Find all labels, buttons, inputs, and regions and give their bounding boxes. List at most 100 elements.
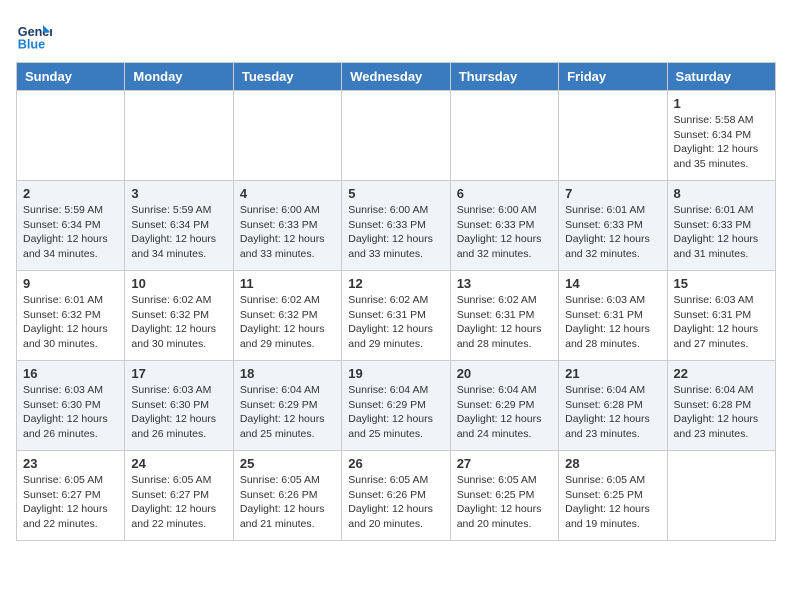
- weekday-header: Thursday: [450, 63, 558, 91]
- calendar-cell: 13 Sunrise: 6:02 AM Sunset: 6:31 PM Dayli…: [450, 271, 558, 361]
- day-number: 23: [23, 456, 118, 471]
- day-info: Sunrise: 6:04 AM Sunset: 6:28 PM Dayligh…: [565, 383, 660, 442]
- calendar-cell: [342, 91, 450, 181]
- day-number: 19: [348, 366, 443, 381]
- calendar-cell: 27Sunrise: 6:05 AM Sunset: 6:25 PM Dayli…: [450, 451, 558, 541]
- day-number: 6: [457, 186, 552, 201]
- day-number: 4: [240, 186, 335, 201]
- day-number: 20: [457, 366, 552, 381]
- day-info: Sunrise: 6:01 AM Sunset: 6:33 PM Dayligh…: [674, 203, 769, 262]
- calendar-cell: 14 Sunrise: 6:03 AM Sunset: 6:31 PM Dayli…: [559, 271, 667, 361]
- calendar-cell: 3 Sunrise: 5:59 AM Sunset: 6:34 PM Daylig…: [125, 181, 233, 271]
- calendar-cell: 16 Sunrise: 6:03 AM Sunset: 6:30 PM Dayli…: [17, 361, 125, 451]
- day-info: Sunrise: 6:05 AM Sunset: 6:26 PM Dayligh…: [240, 473, 335, 532]
- calendar-cell: 25 Sunrise: 6:05 AM Sunset: 6:26 PM Dayli…: [233, 451, 341, 541]
- calendar-week-row: 9 Sunrise: 6:01 AM Sunset: 6:32 PM Daylig…: [17, 271, 776, 361]
- day-number: 15: [674, 276, 769, 291]
- calendar-cell: [233, 91, 341, 181]
- day-number: 7: [565, 186, 660, 201]
- logo: General Blue: [16, 16, 56, 52]
- weekday-header: Sunday: [17, 63, 125, 91]
- calendar-week-row: 1Sunrise: 5:58 AM Sunset: 6:34 PM Daylig…: [17, 91, 776, 181]
- calendar-cell: 5Sunrise: 6:00 AM Sunset: 6:33 PM Daylig…: [342, 181, 450, 271]
- day-info: Sunrise: 5:59 AM Sunset: 6:34 PM Dayligh…: [23, 203, 118, 262]
- calendar-cell: 11 Sunrise: 6:02 AM Sunset: 6:32 PM Dayli…: [233, 271, 341, 361]
- day-number: 16: [23, 366, 118, 381]
- calendar-cell: 9 Sunrise: 6:01 AM Sunset: 6:32 PM Daylig…: [17, 271, 125, 361]
- day-number: 2: [23, 186, 118, 201]
- weekday-header: Saturday: [667, 63, 775, 91]
- calendar-cell: 6 Sunrise: 6:00 AM Sunset: 6:33 PM Daylig…: [450, 181, 558, 271]
- day-info: Sunrise: 6:00 AM Sunset: 6:33 PM Dayligh…: [457, 203, 552, 262]
- day-info: Sunrise: 6:03 AM Sunset: 6:30 PM Dayligh…: [23, 383, 118, 442]
- logo-icon: General Blue: [16, 16, 52, 52]
- day-number: 10: [131, 276, 226, 291]
- calendar-cell: [17, 91, 125, 181]
- calendar-week-row: 16 Sunrise: 6:03 AM Sunset: 6:30 PM Dayli…: [17, 361, 776, 451]
- day-number: 13: [457, 276, 552, 291]
- day-info: Sunrise: 5:58 AM Sunset: 6:34 PM Dayligh…: [674, 113, 769, 172]
- day-info: Sunrise: 6:02 AM Sunset: 6:32 PM Dayligh…: [131, 293, 226, 352]
- calendar-cell: 7 Sunrise: 6:01 AM Sunset: 6:33 PM Daylig…: [559, 181, 667, 271]
- day-number: 12: [348, 276, 443, 291]
- calendar-cell: 19 Sunrise: 6:04 AM Sunset: 6:29 PM Dayli…: [342, 361, 450, 451]
- day-info: Sunrise: 6:02 AM Sunset: 6:32 PM Dayligh…: [240, 293, 335, 352]
- calendar-cell: 26 Sunrise: 6:05 AM Sunset: 6:26 PM Dayli…: [342, 451, 450, 541]
- svg-text:Blue: Blue: [18, 37, 45, 51]
- calendar-cell: 28 Sunrise: 6:05 AM Sunset: 6:25 PM Dayli…: [559, 451, 667, 541]
- day-info: Sunrise: 6:05 AM Sunset: 6:26 PM Dayligh…: [348, 473, 443, 532]
- day-info: Sunrise: 6:02 AM Sunset: 6:31 PM Dayligh…: [348, 293, 443, 352]
- calendar-cell: 17 Sunrise: 6:03 AM Sunset: 6:30 PM Dayli…: [125, 361, 233, 451]
- weekday-header: Monday: [125, 63, 233, 91]
- day-info: Sunrise: 6:04 AM Sunset: 6:28 PM Dayligh…: [674, 383, 769, 442]
- day-number: 27: [457, 456, 552, 471]
- day-info: Sunrise: 6:05 AM Sunset: 6:25 PM Dayligh…: [565, 473, 660, 532]
- calendar-week-row: 2 Sunrise: 5:59 AM Sunset: 6:34 PM Daylig…: [17, 181, 776, 271]
- calendar-week-row: 23 Sunrise: 6:05 AM Sunset: 6:27 PM Dayli…: [17, 451, 776, 541]
- day-info: Sunrise: 6:04 AM Sunset: 6:29 PM Dayligh…: [240, 383, 335, 442]
- calendar-cell: 23 Sunrise: 6:05 AM Sunset: 6:27 PM Dayli…: [17, 451, 125, 541]
- day-number: 14: [565, 276, 660, 291]
- day-number: 26: [348, 456, 443, 471]
- day-number: 21: [565, 366, 660, 381]
- day-number: 22: [674, 366, 769, 381]
- calendar-cell: 24 Sunrise: 6:05 AM Sunset: 6:27 PM Dayli…: [125, 451, 233, 541]
- day-number: 5: [348, 186, 443, 201]
- calendar-cell: 1Sunrise: 5:58 AM Sunset: 6:34 PM Daylig…: [667, 91, 775, 181]
- calendar-cell: [559, 91, 667, 181]
- calendar-cell: [450, 91, 558, 181]
- day-info: Sunrise: 6:05 AM Sunset: 6:27 PM Dayligh…: [131, 473, 226, 532]
- day-info: Sunrise: 6:05 AM Sunset: 6:27 PM Dayligh…: [23, 473, 118, 532]
- page-header: General Blue: [16, 16, 776, 52]
- day-number: 17: [131, 366, 226, 381]
- day-info: Sunrise: 6:03 AM Sunset: 6:31 PM Dayligh…: [565, 293, 660, 352]
- day-number: 25: [240, 456, 335, 471]
- day-number: 11: [240, 276, 335, 291]
- day-number: 18: [240, 366, 335, 381]
- calendar-cell: 21 Sunrise: 6:04 AM Sunset: 6:28 PM Dayli…: [559, 361, 667, 451]
- day-info: Sunrise: 6:01 AM Sunset: 6:32 PM Dayligh…: [23, 293, 118, 352]
- day-info: Sunrise: 6:04 AM Sunset: 6:29 PM Dayligh…: [348, 383, 443, 442]
- calendar-cell: 4 Sunrise: 6:00 AM Sunset: 6:33 PM Daylig…: [233, 181, 341, 271]
- day-info: Sunrise: 6:01 AM Sunset: 6:33 PM Dayligh…: [565, 203, 660, 262]
- calendar-cell: 2 Sunrise: 5:59 AM Sunset: 6:34 PM Daylig…: [17, 181, 125, 271]
- calendar-cell: 12 Sunrise: 6:02 AM Sunset: 6:31 PM Dayli…: [342, 271, 450, 361]
- day-info: Sunrise: 6:03 AM Sunset: 6:30 PM Dayligh…: [131, 383, 226, 442]
- calendar-cell: 15 Sunrise: 6:03 AM Sunset: 6:31 PM Dayli…: [667, 271, 775, 361]
- weekday-header: Friday: [559, 63, 667, 91]
- day-number: 28: [565, 456, 660, 471]
- calendar-table: SundayMondayTuesdayWednesdayThursdayFrid…: [16, 62, 776, 541]
- day-info: Sunrise: 5:59 AM Sunset: 6:34 PM Dayligh…: [131, 203, 226, 262]
- day-info: Sunrise: 6:02 AM Sunset: 6:31 PM Dayligh…: [457, 293, 552, 352]
- day-number: 24: [131, 456, 226, 471]
- weekday-header: Tuesday: [233, 63, 341, 91]
- calendar-cell: 8 Sunrise: 6:01 AM Sunset: 6:33 PM Daylig…: [667, 181, 775, 271]
- day-info: Sunrise: 6:03 AM Sunset: 6:31 PM Dayligh…: [674, 293, 769, 352]
- day-number: 9: [23, 276, 118, 291]
- calendar-cell: 20Sunrise: 6:04 AM Sunset: 6:29 PM Dayli…: [450, 361, 558, 451]
- day-number: 8: [674, 186, 769, 201]
- calendar-cell: 22 Sunrise: 6:04 AM Sunset: 6:28 PM Dayli…: [667, 361, 775, 451]
- calendar-cell: 10 Sunrise: 6:02 AM Sunset: 6:32 PM Dayli…: [125, 271, 233, 361]
- day-number: 3: [131, 186, 226, 201]
- day-info: Sunrise: 6:00 AM Sunset: 6:33 PM Dayligh…: [240, 203, 335, 262]
